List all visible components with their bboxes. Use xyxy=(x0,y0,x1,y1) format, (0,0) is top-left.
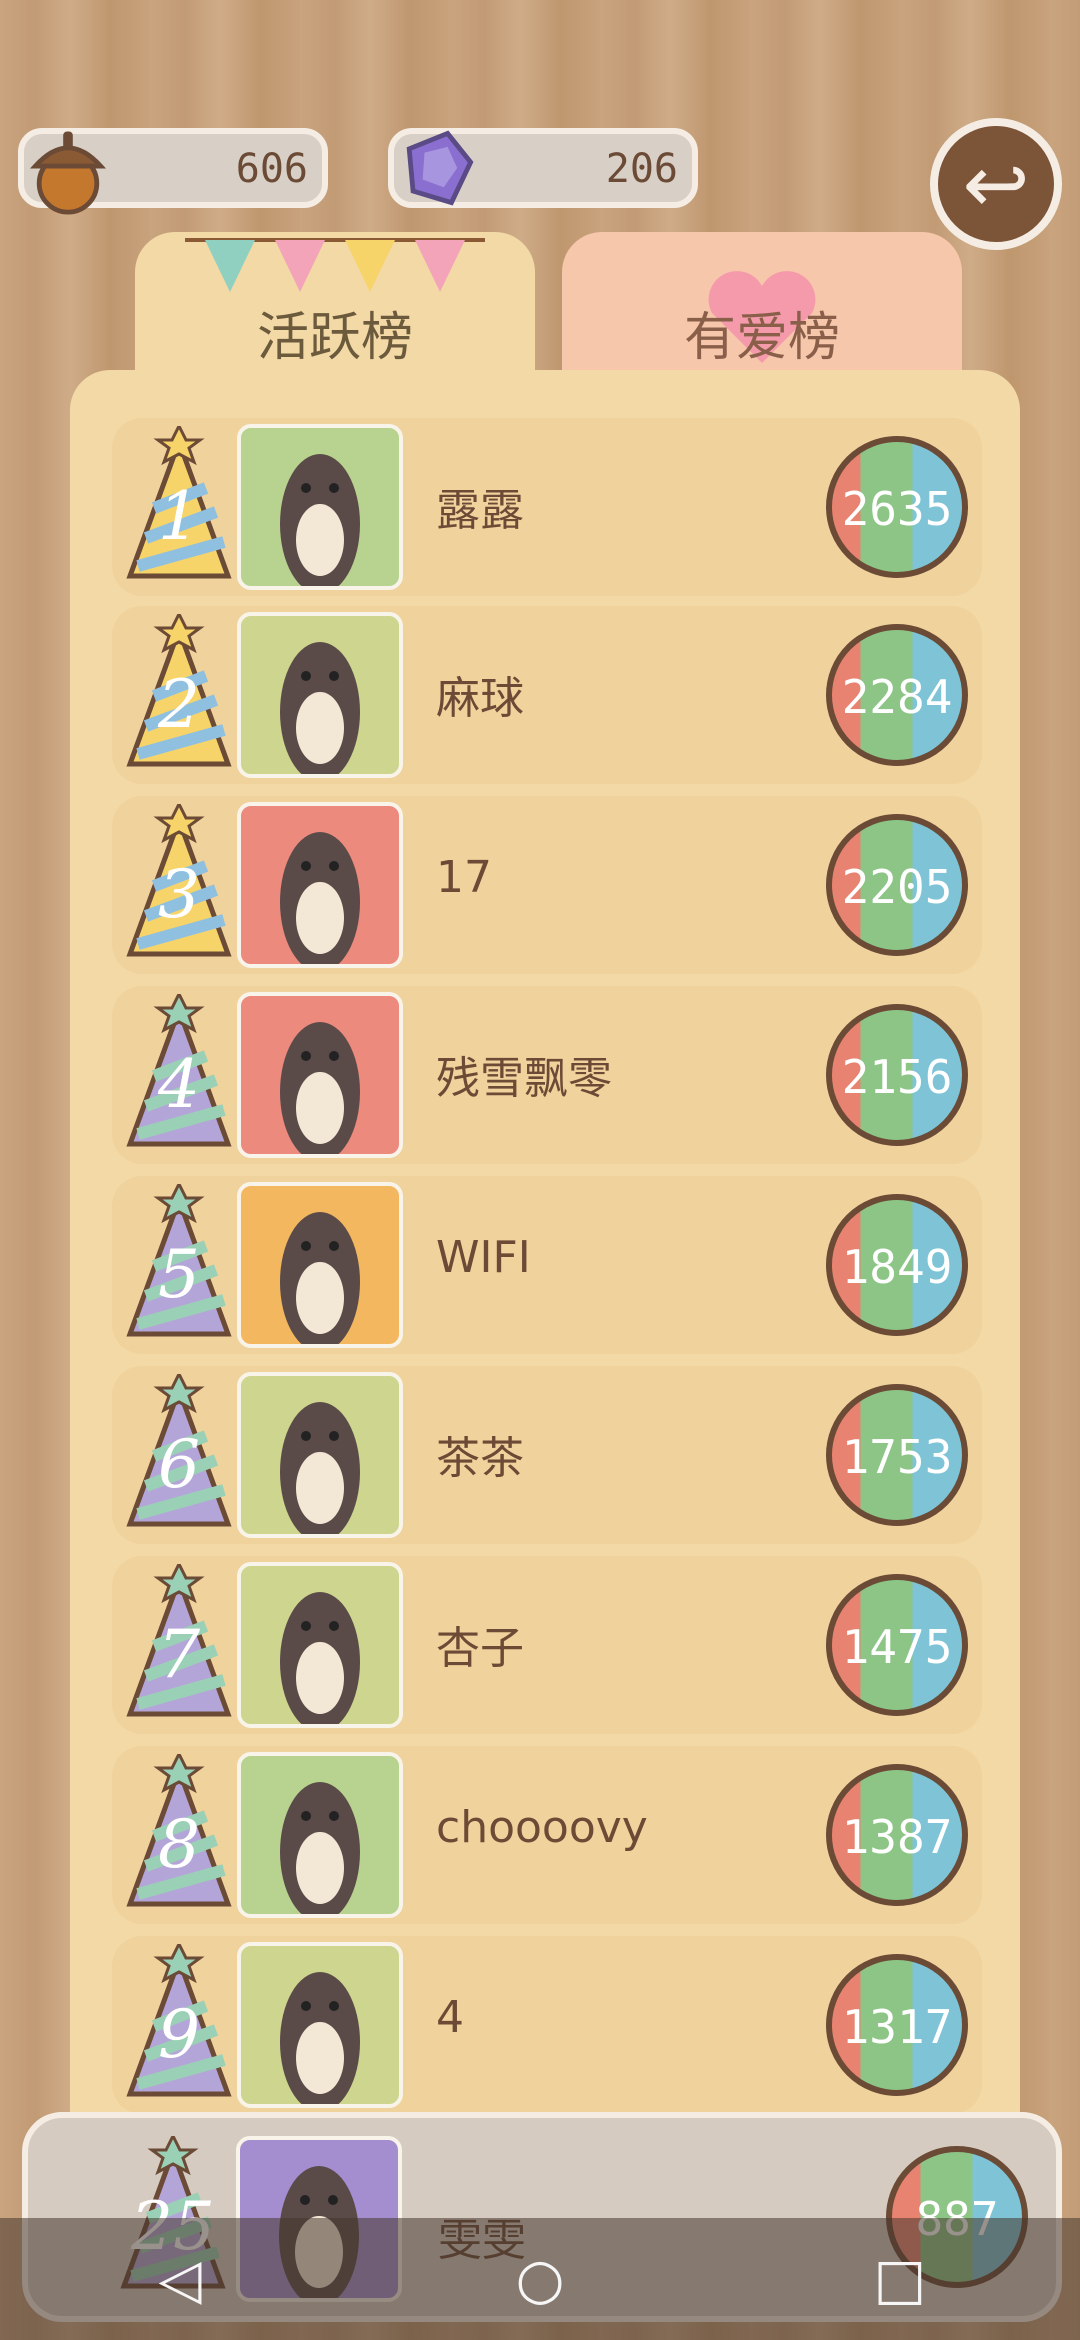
score-ball: 1753 xyxy=(826,1384,968,1526)
ranking-row[interactable]: 8 choooovy 1387 xyxy=(112,1746,982,1924)
player-score: 2156 xyxy=(841,1050,953,1104)
player-score: 1753 xyxy=(841,1430,953,1484)
player-avatar[interactable] xyxy=(237,1942,403,2108)
party-hat-icon: 8 xyxy=(124,1750,234,1916)
player-name: 杏子 xyxy=(436,1623,524,1674)
rank-number: 1 xyxy=(158,478,200,555)
rank-number: 5 xyxy=(158,1236,200,1313)
score-ball: 2284 xyxy=(826,624,968,766)
player-avatar[interactable] xyxy=(237,1562,403,1728)
nav-recents-icon[interactable]: □ xyxy=(840,2229,960,2329)
acorn-count: 606 xyxy=(235,146,308,192)
player-name: 残雪飘零 xyxy=(436,1053,612,1104)
tab-love-label: 有爱榜 xyxy=(683,307,840,368)
party-hat-icon: 6 xyxy=(124,1370,234,1536)
ranking-row[interactable]: 4 残雪飘零 2156 xyxy=(112,986,982,1164)
ranking-row[interactable]: 9 4 1317 xyxy=(112,1936,982,2114)
bunting-icon xyxy=(185,238,485,292)
nav-back-icon[interactable]: ◁ xyxy=(120,2229,240,2329)
score-ball: 2156 xyxy=(826,1004,968,1146)
player-score: 2205 xyxy=(841,860,953,914)
player-name: 露露 xyxy=(436,485,524,536)
player-name: 茶茶 xyxy=(436,1433,524,1484)
party-hat-icon: 2 xyxy=(124,610,234,776)
rank-number: 9 xyxy=(158,1996,200,2073)
system-nav-bar: ◁ ○ □ xyxy=(0,2218,1080,2340)
ranking-row[interactable]: 2 麻球 2284 xyxy=(112,606,982,784)
player-name: choooovy xyxy=(436,1802,648,1853)
nav-home-icon[interactable]: ○ xyxy=(480,2229,600,2329)
ranking-row[interactable]: 7 杏子 1475 xyxy=(112,1556,982,1734)
tab-active-label: 活跃榜 xyxy=(256,307,413,368)
back-arrow-icon: ↩ xyxy=(962,137,1030,231)
acorn-icon xyxy=(29,131,107,215)
score-ball: 1475 xyxy=(826,1574,968,1716)
party-hat-icon: 7 xyxy=(124,1560,234,1726)
party-hat-icon: 1 xyxy=(124,422,234,588)
score-ball: 2635 xyxy=(826,436,968,578)
party-hat-icon: 9 xyxy=(124,1940,234,2106)
score-ball: 1317 xyxy=(826,1954,968,2096)
gem-icon xyxy=(406,130,474,206)
ranking-row[interactable]: 3 17 2205 xyxy=(112,796,982,974)
gem-counter: 206 xyxy=(388,128,698,208)
top-bar: 606 206 ↩ xyxy=(0,0,1080,250)
player-avatar[interactable] xyxy=(237,992,403,1158)
ranking-row[interactable]: 1 露露 2635 xyxy=(112,418,982,596)
player-name: 17 xyxy=(436,852,492,903)
ranking-row[interactable]: 5 WIFI 1849 xyxy=(112,1176,982,1354)
score-ball: 1849 xyxy=(826,1194,968,1336)
player-name: WIFI xyxy=(436,1232,531,1283)
player-avatar[interactable] xyxy=(237,1182,403,1348)
player-avatar[interactable] xyxy=(237,1372,403,1538)
player-score: 2635 xyxy=(841,482,953,536)
ranking-row[interactable]: 6 茶茶 1753 xyxy=(112,1366,982,1544)
player-avatar[interactable] xyxy=(237,1752,403,1918)
tab-love-ranking[interactable]: 有爱榜 xyxy=(562,232,962,372)
score-ball: 1387 xyxy=(826,1764,968,1906)
player-score: 1849 xyxy=(841,1240,953,1294)
party-hat-icon: 4 xyxy=(124,990,234,1156)
player-avatar[interactable] xyxy=(237,612,403,778)
player-score: 2284 xyxy=(841,670,953,724)
player-avatar[interactable] xyxy=(237,424,403,590)
player-name: 4 xyxy=(436,1992,464,2043)
rank-number: 4 xyxy=(158,1046,200,1123)
player-score: 1387 xyxy=(841,1810,953,1864)
player-name: 麻球 xyxy=(436,673,524,724)
rank-number: 3 xyxy=(158,856,200,933)
acorn-counter: 606 xyxy=(18,128,328,215)
gem-count: 206 xyxy=(605,146,678,192)
rank-number: 8 xyxy=(158,1806,200,1883)
party-hat-icon: 3 xyxy=(124,800,234,966)
player-score: 1317 xyxy=(841,2000,953,2054)
player-score: 1475 xyxy=(841,1620,953,1674)
player-avatar[interactable] xyxy=(237,802,403,968)
rank-number: 2 xyxy=(158,666,200,743)
rank-number: 7 xyxy=(158,1616,200,1693)
party-hat-icon: 5 xyxy=(124,1180,234,1346)
tab-active-ranking[interactable]: 活跃榜 xyxy=(135,232,535,372)
rank-number: 6 xyxy=(158,1426,200,1503)
back-button[interactable]: ↩ xyxy=(930,118,1062,250)
score-ball: 2205 xyxy=(826,814,968,956)
